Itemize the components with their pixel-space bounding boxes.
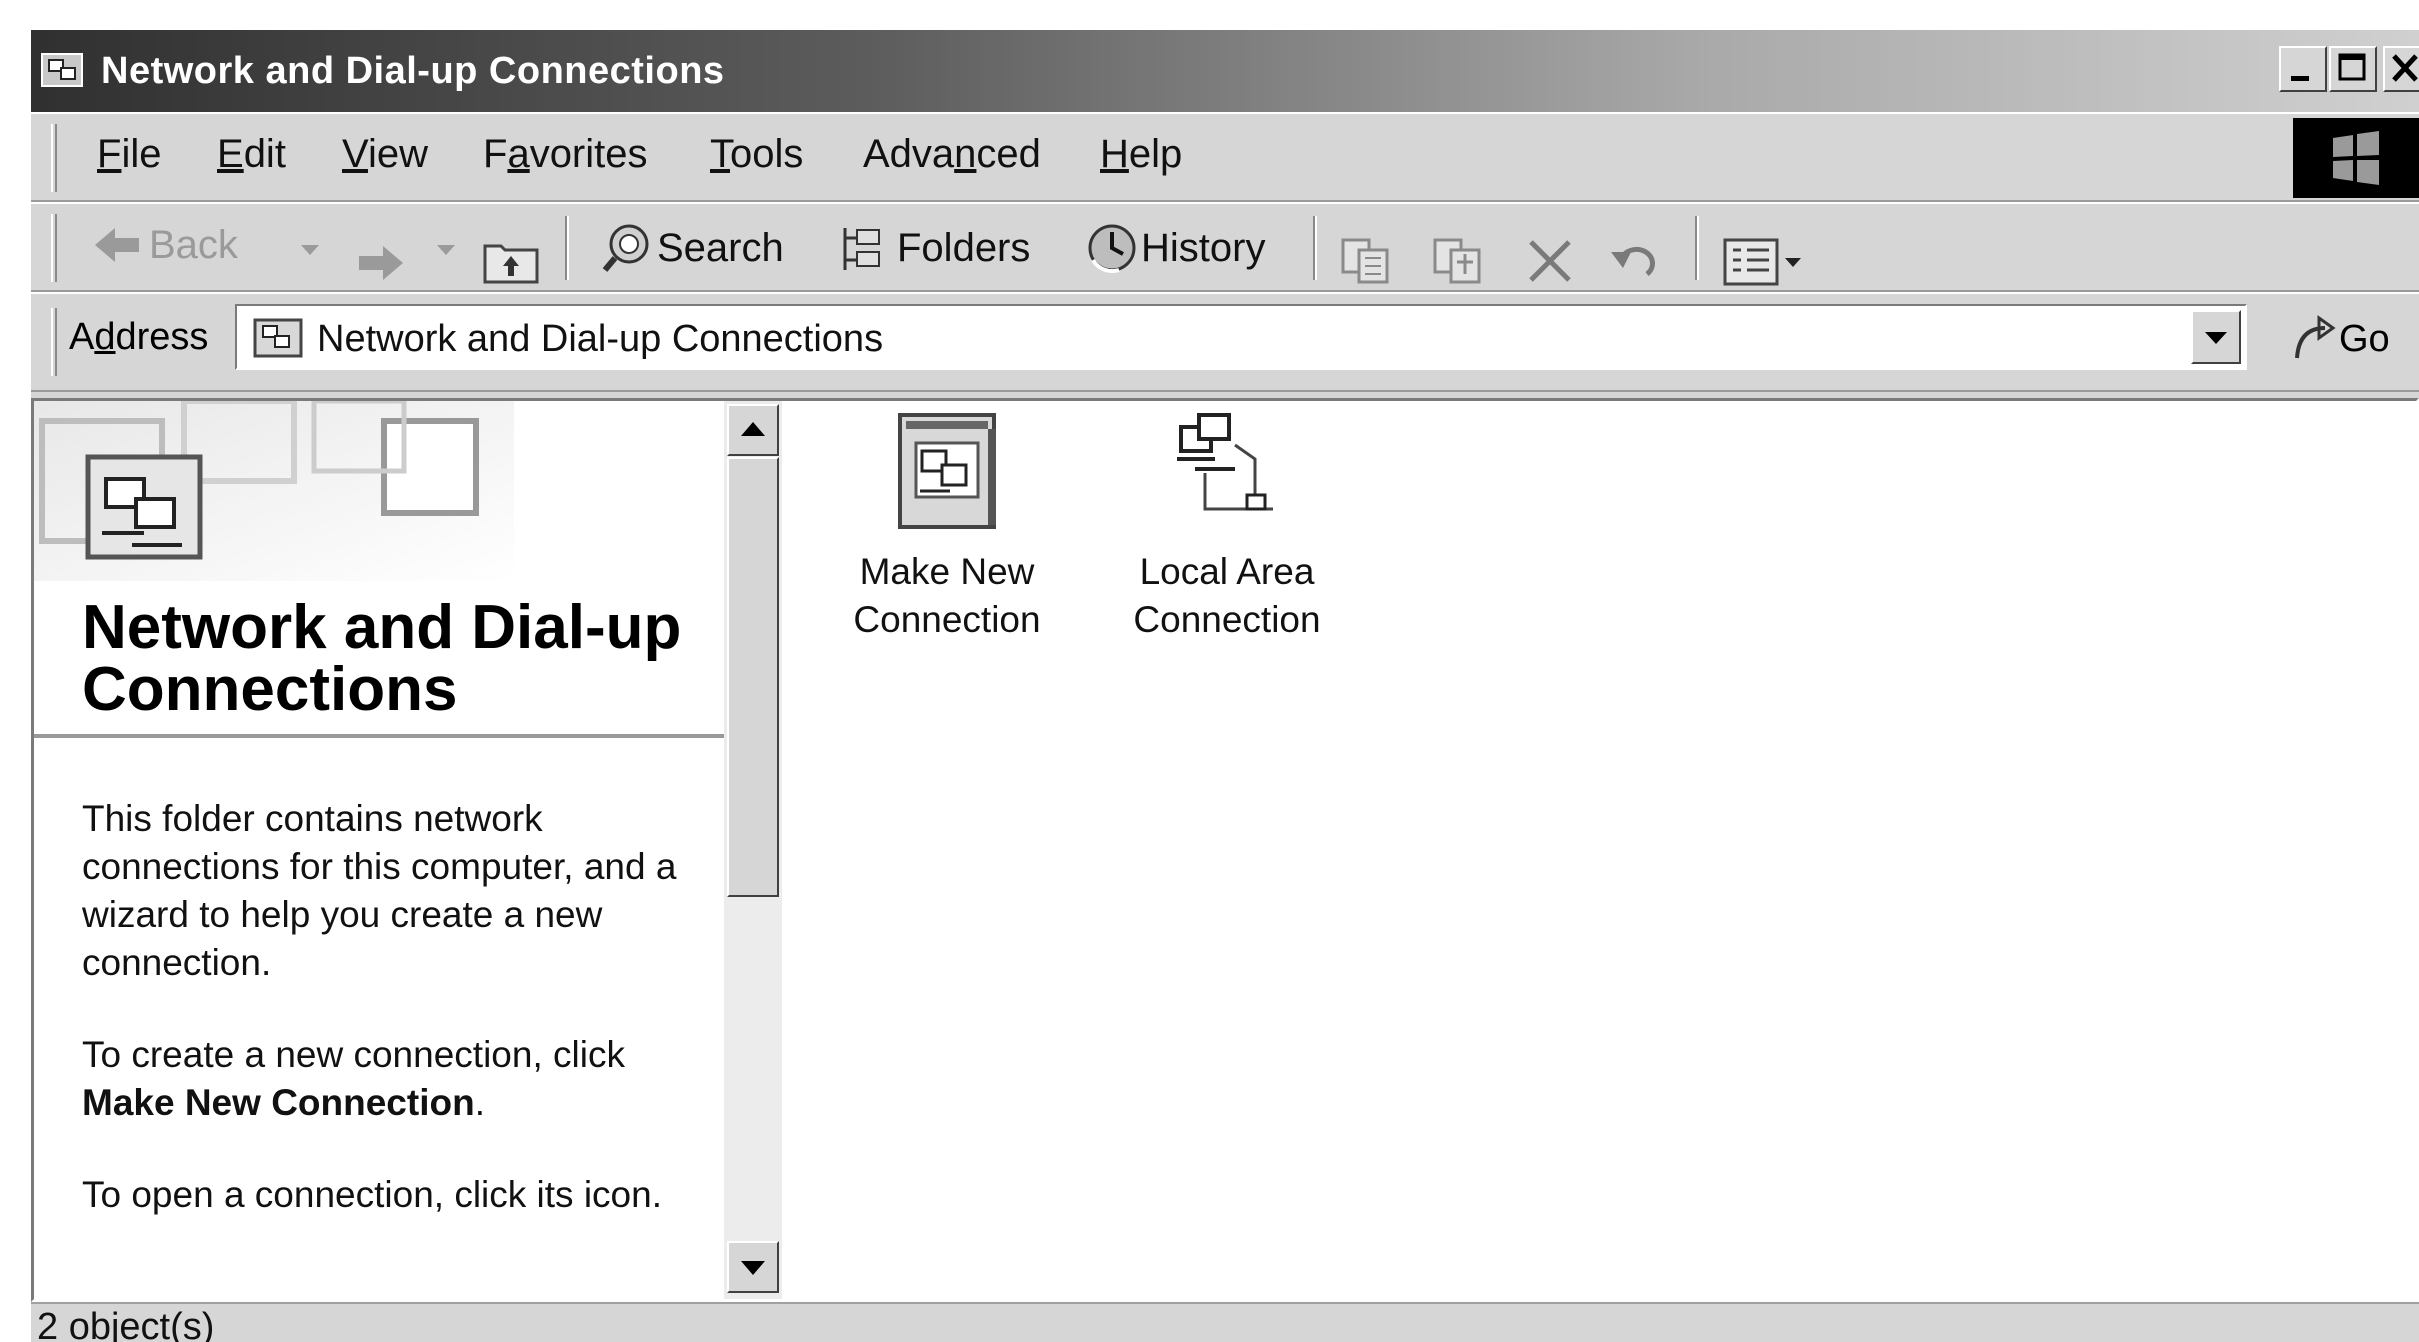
local-area-connection-label: Local Area Connection [1133, 551, 1321, 640]
menu-advanced[interactable]: Advanced [863, 132, 1041, 177]
address-value: Network and Dial-up Connections [317, 318, 884, 360]
local-area-connection-item[interactable]: Local Area Connection [1112, 409, 1342, 644]
menu-edit[interactable]: Edit [217, 132, 286, 177]
toolbar-separator [1695, 216, 1699, 280]
maximize-icon [2338, 53, 2366, 81]
history-button[interactable]: History [1083, 220, 1265, 276]
back-label: Back [149, 222, 238, 267]
search-label: Search [657, 225, 784, 270]
go-arrow-icon [2295, 315, 2336, 359]
back-dropdown-icon[interactable] [299, 242, 321, 258]
menu-tools[interactable]: Tools [710, 132, 803, 177]
make-new-connection-label: Make New Connection [853, 551, 1041, 640]
pane-open-instructions: To open a connection, click its icon. [82, 1174, 662, 1215]
windows-flag-icon [2333, 131, 2379, 185]
info-pane-scrollbar[interactable] [724, 401, 782, 1299]
search-button[interactable]: Search [599, 220, 784, 276]
toolbar-separator [565, 216, 569, 280]
menu-view[interactable]: View [342, 132, 428, 177]
folders-label: Folders [897, 225, 1031, 270]
delete-icon[interactable] [1521, 234, 1579, 288]
arrow-down-icon [741, 1261, 765, 1275]
undo-icon[interactable] [1607, 234, 1669, 288]
network-folder-icon [253, 318, 303, 358]
network-folder-icon [41, 53, 83, 87]
minimize-icon [2291, 76, 2309, 81]
pane-divider [34, 734, 724, 738]
pane-title: Network and Dial-up Connections [82, 593, 682, 724]
menu-bar-grip[interactable] [51, 124, 57, 192]
scroll-up-button[interactable] [727, 404, 779, 456]
make-new-connection-item[interactable]: Make New Connection [832, 409, 1062, 644]
window-title: Network and Dial-up Connections [101, 50, 725, 92]
toolbar-separator [1313, 216, 1317, 280]
address-bar: Address Network and Dial-up Connections … [31, 292, 2419, 392]
network-connections-icon [85, 454, 203, 560]
close-button[interactable] [2383, 46, 2419, 92]
address-bar-grip[interactable] [51, 308, 57, 376]
menu-help[interactable]: Help [1100, 132, 1182, 177]
address-dropdown-button[interactable] [2191, 310, 2241, 364]
make-new-connection-link-text: Make New Connection [82, 1082, 475, 1123]
pane-description: This folder contains network connections… [82, 798, 677, 983]
go-button[interactable]: Go [2289, 314, 2390, 364]
forward-dropdown-icon[interactable] [435, 242, 457, 258]
move-to-icon[interactable] [1337, 234, 1395, 288]
arrow-up-icon [741, 422, 765, 436]
views-icon[interactable] [1721, 234, 1811, 288]
explorer-window: Network and Dial-up Connections File Edi… [31, 30, 2419, 1342]
status-bar: 2 object(s) [31, 1302, 2419, 1342]
scroll-down-button[interactable] [727, 1241, 779, 1293]
info-pane: Network and Dial-up Connections This fol… [34, 401, 724, 1299]
local-area-connection-icon [1177, 413, 1273, 511]
folders-icon [843, 228, 880, 270]
scroll-thumb[interactable] [727, 457, 779, 897]
address-input[interactable]: Network and Dial-up Connections [235, 304, 2247, 370]
content-area: Network and Dial-up Connections This fol… [31, 398, 2419, 1302]
title-bar[interactable]: Network and Dial-up Connections [31, 30, 2419, 112]
back-arrow-icon [95, 228, 139, 262]
history-label: History [1141, 225, 1266, 270]
search-icon [602, 224, 649, 272]
folders-button[interactable]: Folders [837, 220, 1030, 276]
close-icon [2392, 54, 2418, 82]
copy-to-icon[interactable] [1429, 234, 1487, 288]
windows-logo [2293, 118, 2419, 198]
menu-favorites[interactable]: Favorites [483, 132, 648, 177]
forward-arrow-icon[interactable] [353, 238, 407, 288]
make-new-connection-icon [898, 413, 996, 529]
status-text: 2 object(s) [37, 1306, 215, 1342]
standard-toolbar: Back Search Folders History [31, 202, 2419, 292]
go-label: Go [2339, 317, 2390, 360]
pane-create-instructions: To create a new connection, click Make N… [82, 1034, 625, 1123]
address-label: Address [69, 316, 209, 358]
chevron-down-icon [2205, 332, 2227, 344]
maximize-button[interactable] [2329, 46, 2377, 92]
history-icon [1088, 224, 1136, 274]
menu-file[interactable]: File [97, 132, 161, 177]
menu-bar: File Edit View Favorites Tools Advanced … [31, 112, 2419, 202]
up-folder-icon[interactable] [481, 234, 541, 286]
back-button[interactable]: Back [91, 220, 238, 270]
toolbar-grip[interactable] [51, 214, 57, 282]
minimize-button[interactable] [2279, 46, 2327, 92]
